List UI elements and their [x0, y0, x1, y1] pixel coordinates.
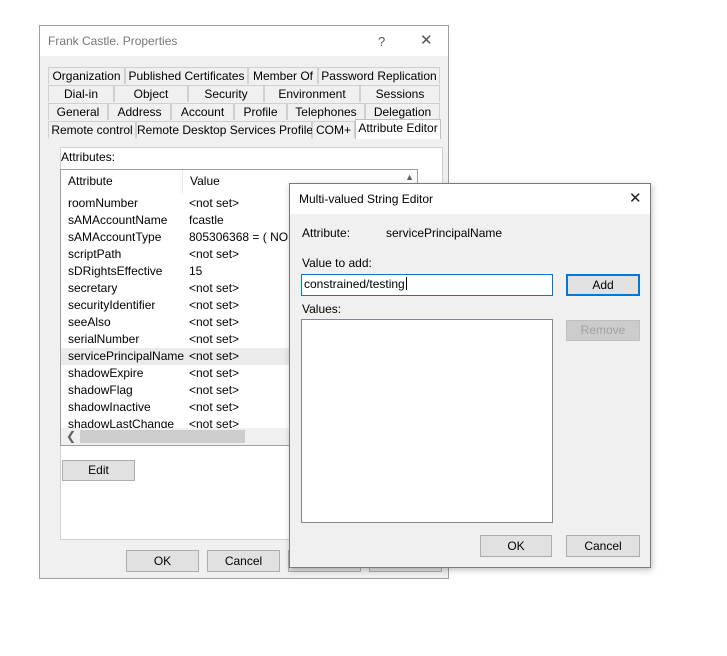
tab-general[interactable]: General — [48, 103, 108, 120]
value-to-add-input[interactable]: constrained/testing — [301, 274, 553, 296]
attribute-name-value: servicePrincipalName — [386, 226, 503, 240]
help-icon[interactable]: ? — [378, 34, 385, 49]
tab-attribute-editor[interactable]: Attribute Editor — [355, 119, 441, 139]
attribute-value-cell: <not set> — [189, 383, 240, 397]
tab-address[interactable]: Address — [108, 103, 171, 120]
tab-member-of[interactable]: Member Of — [248, 67, 318, 84]
properties-cancel-button[interactable]: Cancel — [207, 550, 280, 572]
attribute-value-cell: <not set> — [189, 196, 240, 210]
attribute-value-cell: <not set> — [189, 247, 240, 261]
properties-titlebar: Frank Castle. Properties ? ✕ — [40, 26, 448, 56]
window-title: Frank Castle. Properties — [48, 34, 178, 48]
tab-published-certificates[interactable]: Published Certificates — [125, 67, 248, 84]
attribute-name-cell: shadowInactive — [68, 400, 151, 414]
attributes-label: Attributes: — [61, 150, 116, 164]
attribute-name-cell: shadowFlag — [68, 383, 133, 397]
multi-valued-string-editor-dialog: Multi-valued String Editor ✕ Attribute: … — [289, 183, 651, 568]
tab-organization[interactable]: Organization — [48, 67, 125, 84]
tab-row-2: Dial-in Object Security Environment Sess… — [48, 85, 440, 103]
attribute-name-cell: sDRightsEffective — [68, 264, 163, 278]
tab-row-4: Remote control Remote Desktop Services P… — [48, 119, 441, 139]
tab-sessions[interactable]: Sessions — [360, 85, 440, 102]
text-caret — [405, 277, 407, 290]
attribute-value-cell: <not set> — [189, 298, 240, 312]
dialog-close-icon[interactable]: ✕ — [629, 191, 642, 206]
tab-password-replication[interactable]: Password Replication — [318, 67, 440, 84]
tab-remote-desktop-services-profile[interactable]: Remote Desktop Services Profile — [136, 121, 313, 138]
attribute-value-cell: <not set> — [189, 332, 240, 346]
tab-delegation[interactable]: Delegation — [365, 103, 440, 120]
attribute-value-cell: fcastle — [189, 213, 224, 227]
attribute-name-cell: seeAlso — [68, 315, 111, 329]
values-label: Values: — [302, 302, 342, 316]
tab-account[interactable]: Account — [171, 103, 234, 120]
attribute-name-cell: shadowExpire — [68, 366, 144, 380]
tab-dial-in[interactable]: Dial-in — [48, 85, 114, 102]
tab-object[interactable]: Object — [114, 85, 188, 102]
tab-security[interactable]: Security — [188, 85, 264, 102]
edit-button[interactable]: Edit — [62, 460, 135, 481]
attribute-value-cell: <not set> — [189, 366, 240, 380]
close-icon[interactable]: ✕ — [420, 33, 433, 48]
tab-profile[interactable]: Profile — [234, 103, 287, 120]
tab-com-plus[interactable]: COM+ — [312, 121, 355, 138]
scroll-up-icon[interactable]: ▲ — [405, 172, 414, 182]
attribute-value-cell: <not set> — [189, 281, 240, 295]
dialog-titlebar: Multi-valued String Editor ✕ — [290, 184, 650, 214]
value-to-add-text: constrained/testing — [304, 277, 405, 291]
attribute-name-cell: roomNumber — [68, 196, 139, 210]
attribute-name-cell: securityIdentifier — [68, 298, 156, 312]
attribute-name-cell: servicePrincipalName — [68, 349, 185, 363]
values-list[interactable] — [301, 319, 553, 523]
value-to-add-label: Value to add: — [302, 256, 372, 270]
tab-row-1: Organization Published Certificates Memb… — [48, 67, 440, 85]
dialog-ok-button[interactable]: OK — [480, 535, 552, 557]
attribute-name-cell: serialNumber — [68, 332, 140, 346]
column-header-attribute[interactable]: Attribute — [61, 170, 182, 193]
attribute-name-cell: secretary — [68, 281, 118, 295]
attribute-name-cell: scriptPath — [68, 247, 122, 261]
attribute-value-cell: <not set> — [189, 315, 240, 329]
attribute-value-cell: 15 — [189, 264, 203, 278]
tab-environment[interactable]: Environment — [264, 85, 360, 102]
tab-remote-control[interactable]: Remote control — [48, 121, 136, 138]
scroll-left-icon[interactable]: ❮ — [66, 428, 76, 445]
dialog-title: Multi-valued String Editor — [299, 192, 434, 206]
add-button[interactable]: Add — [566, 274, 640, 296]
remove-button[interactable]: Remove — [566, 320, 640, 341]
tab-telephones[interactable]: Telephones — [287, 103, 365, 120]
attribute-name-cell: sAMAccountType — [68, 230, 162, 244]
dialog-cancel-button[interactable]: Cancel — [566, 535, 640, 557]
properties-ok-button[interactable]: OK — [126, 550, 199, 572]
attribute-label: Attribute: — [302, 226, 351, 240]
attribute-name-cell: sAMAccountName — [68, 213, 168, 227]
scrollbar-thumb[interactable] — [80, 430, 245, 443]
attribute-value-cell: <not set> — [189, 400, 240, 414]
attribute-value-cell: <not set> — [189, 349, 240, 363]
